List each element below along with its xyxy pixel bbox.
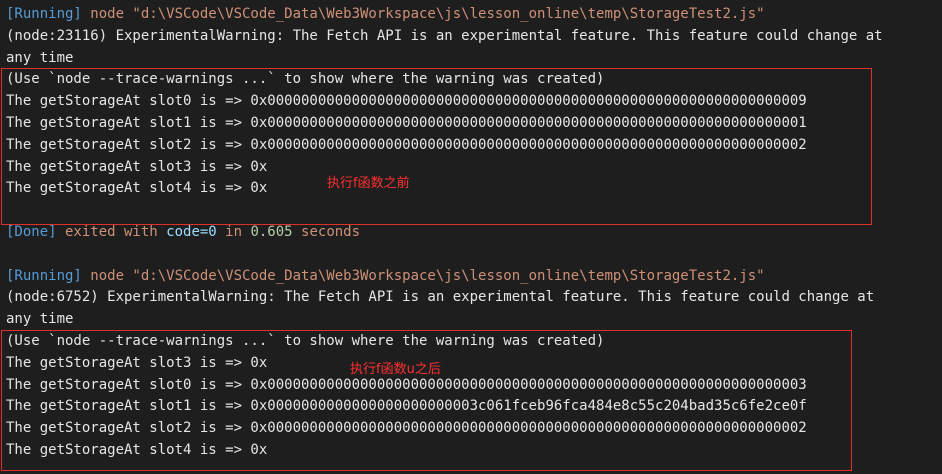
done-tag: [Done] xyxy=(6,223,57,240)
duration-value: 0.605 xyxy=(250,223,293,240)
run2-annotation: 执行f函数u之后 xyxy=(350,362,441,377)
run2-warning-line1: (node:6752) ExperimentalWarning: The Fet… xyxy=(6,289,875,306)
run2-warning-line2: any time xyxy=(6,311,74,328)
run2-command-line: [Running] node "d:\VSCode\VSCode_Data\We… xyxy=(6,266,942,288)
run1-warning-line1: (node:23116) ExperimentalWarning: The Fe… xyxy=(6,27,883,44)
seconds-text: seconds xyxy=(292,223,361,240)
run1-done-line: [Done] exited with code=0 in 0.605 secon… xyxy=(6,222,942,244)
run1-annotation: 执行f函数之前 xyxy=(327,176,410,191)
run2-highlight-box xyxy=(1,330,852,471)
running-tag: [Running] xyxy=(6,267,82,284)
command-text: node "d:\VSCode\VSCode_Data\Web3Workspac… xyxy=(81,6,765,22)
in-text: in xyxy=(216,223,251,240)
exit-code: code=0 xyxy=(166,223,217,240)
run1-highlight-box xyxy=(1,68,872,225)
exit-text: exited with xyxy=(56,223,167,240)
command-text: node "d:\VSCode\VSCode_Data\Web3Workspac… xyxy=(81,267,765,284)
run1-command-line: [Running] node "d:\VSCode\VSCode_Data\We… xyxy=(6,4,942,26)
run1-warning-line2: any time xyxy=(6,49,74,66)
running-tag: [Running] xyxy=(6,6,82,22)
